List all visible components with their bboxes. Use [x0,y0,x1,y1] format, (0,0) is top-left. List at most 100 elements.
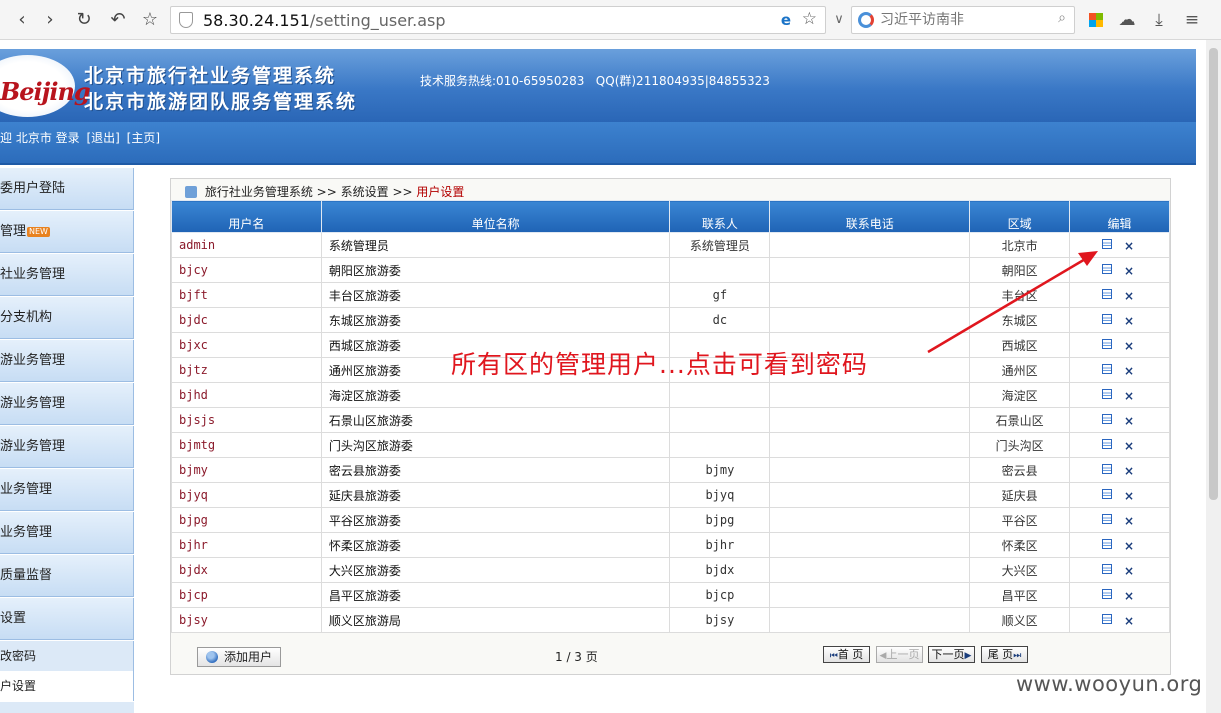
username-cell[interactable]: bjcy [171,257,322,283]
edit-icon[interactable] [1102,564,1113,574]
sidebar-subitem-1[interactable]: 户设置 [0,671,134,701]
address-dropdown-icon[interactable]: ∨ [829,6,849,34]
table-row: bjsjs 石景山区旅游委 石景山区 × [171,407,1170,433]
edit-cell: × [1069,307,1170,333]
delete-icon[interactable]: × [1124,389,1134,403]
username-cell[interactable]: bjsjs [171,407,322,433]
edit-cell: × [1069,507,1170,533]
edit-icon[interactable] [1102,314,1113,324]
sidebar-item-7[interactable]: 业务管理 [0,469,134,511]
delete-icon[interactable]: × [1124,589,1134,603]
username-cell[interactable]: bjdc [171,307,322,333]
breadcrumb-section[interactable]: 系统设置 [341,185,389,199]
menu-icon[interactable]: ≡ [1180,8,1204,32]
sidebar-item-0[interactable]: 委用户登陆 [0,168,134,210]
vertical-scrollbar[interactable] [1206,40,1221,713]
home-link[interactable]: [主页] [127,131,160,145]
edit-icon[interactable] [1102,289,1113,299]
edit-icon[interactable] [1102,589,1113,599]
add-user-icon [206,651,218,663]
col-unit: 单位名称 [320,200,671,233]
undo-icon[interactable]: ↶ [106,8,130,32]
forward-arrow-icon[interactable]: › [38,8,62,32]
username-cell[interactable]: bjsy [171,607,322,633]
phone-cell [769,282,971,308]
edit-icon[interactable] [1102,489,1113,499]
address-bar[interactable]: 58.30.24.151/setting_user.asp e ☆ [170,6,826,34]
edit-cell: × [1069,357,1170,383]
username-cell[interactable]: bjft [171,282,322,308]
sidebar-item-3[interactable]: 分支机构 [0,297,134,339]
sidebar-item-9[interactable]: 质量监督 [0,555,134,597]
delete-icon[interactable]: × [1124,564,1134,578]
apps-grid-icon[interactable] [1084,8,1108,32]
breadcrumb-root[interactable]: 旅行社业务管理系统 [205,185,313,199]
search-box[interactable]: ⌕ [851,6,1075,34]
edit-icon[interactable] [1102,389,1113,399]
edit-icon[interactable] [1102,264,1113,274]
delete-icon[interactable]: × [1124,539,1134,553]
unit-name-cell: 昌平区旅游委 [320,582,671,608]
download-icon[interactable]: ⤓ [1147,8,1171,32]
sidebar-item-10[interactable]: 设置 [0,598,134,640]
sidebar-item-6[interactable]: 游业务管理 [0,426,134,468]
reload-icon[interactable]: ↻ [72,8,96,32]
last-page-button[interactable]: 尾 页⏭ [981,646,1028,663]
logout-link[interactable]: [退出] [86,131,119,145]
search-icon[interactable]: ⌕ [1058,10,1066,26]
favorite-star-icon[interactable]: ☆ [802,9,817,29]
username-cell[interactable]: bjmy [171,457,322,483]
delete-icon[interactable]: × [1124,514,1134,528]
delete-icon[interactable]: × [1124,264,1134,278]
sidebar-subitem-0[interactable]: 改密码 [0,641,134,671]
prev-page-button[interactable]: ◀上一页 [876,646,923,663]
delete-icon[interactable]: × [1124,289,1134,303]
username-cell[interactable]: bjhd [171,382,322,408]
delete-icon[interactable]: × [1124,489,1134,503]
scrollbar-thumb[interactable] [1209,48,1218,500]
username-cell[interactable]: bjtz [171,357,322,383]
table-row: bjft 丰台区旅游委 gf 丰台区 × [171,282,1170,308]
username-cell[interactable]: bjmtg [171,432,322,458]
edit-icon[interactable] [1102,464,1113,474]
username-cell[interactable]: bjhr [171,532,322,558]
sidebar-item-8[interactable]: 业务管理 [0,512,134,554]
search-input[interactable] [880,10,1050,30]
browser-toolbar: ‹ › ↻ ↶ ☆ 58.30.24.151/setting_user.asp … [0,0,1221,40]
username-cell[interactable]: bjpg [171,507,322,533]
edit-icon[interactable] [1102,339,1113,349]
edit-icon[interactable] [1102,514,1113,524]
username-cell[interactable]: bjxc [171,332,322,358]
sidebar-item-1[interactable]: 管理 NEW [0,211,134,253]
delete-icon[interactable]: × [1124,464,1134,478]
sidebar-item-2[interactable]: 社业务管理 [0,254,134,296]
edit-icon[interactable] [1102,539,1113,549]
username-cell[interactable]: bjyq [171,482,322,508]
delete-icon[interactable]: × [1124,339,1134,353]
edit-icon[interactable] [1102,414,1113,424]
username-cell[interactable]: admin [171,232,322,258]
table-header-row: 用户名 单位名称 联系人 联系电话 区域 编辑 [171,200,1170,233]
delete-icon[interactable]: × [1124,414,1134,428]
delete-icon[interactable]: × [1124,614,1134,628]
edit-icon[interactable] [1102,364,1113,374]
add-user-button[interactable]: 添加用户 [197,647,281,667]
next-page-button[interactable]: 下一页▶ [928,646,975,663]
delete-icon[interactable]: × [1124,314,1134,328]
sidebar-item-4[interactable]: 游业务管理 [0,340,134,382]
ie-mode-icon[interactable]: e [781,11,791,29]
edit-icon[interactable] [1102,239,1113,249]
back-arrow-icon[interactable]: ‹ [10,8,34,32]
username-cell[interactable]: bjdx [171,557,322,583]
area-cell: 平谷区 [969,507,1071,533]
bookmark-star-icon[interactable]: ☆ [138,8,162,32]
delete-icon[interactable]: × [1124,364,1134,378]
username-cell[interactable]: bjcp [171,582,322,608]
first-page-button[interactable]: ⏮首 页 [823,646,870,663]
edit-icon[interactable] [1102,439,1113,449]
delete-icon[interactable]: × [1124,439,1134,453]
edit-icon[interactable] [1102,614,1113,624]
delete-icon[interactable]: × [1124,239,1134,253]
sidebar-item-5[interactable]: 游业务管理 [0,383,134,425]
cloud-icon[interactable]: ☁ [1115,8,1139,32]
